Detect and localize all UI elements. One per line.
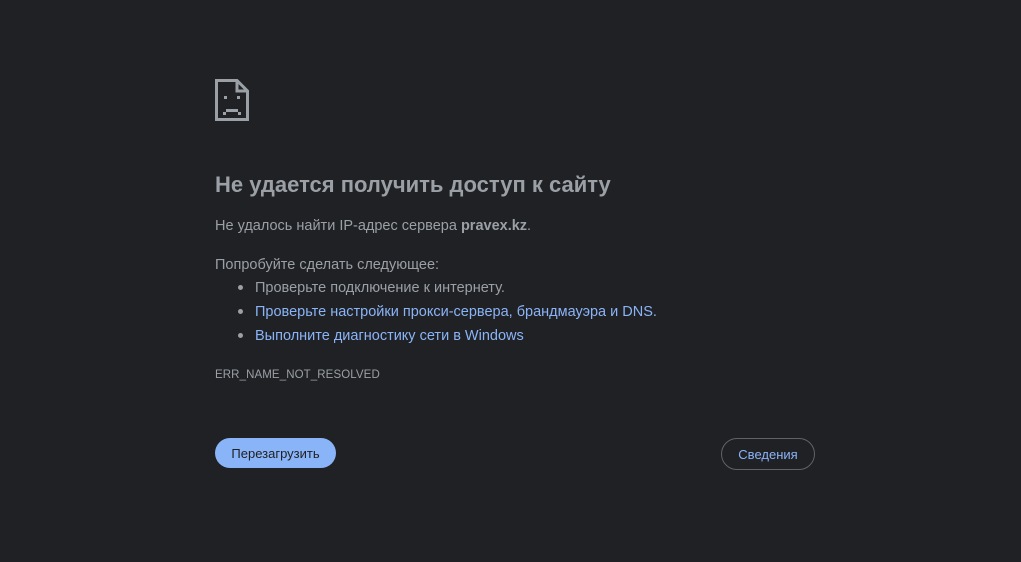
error-message: Не удалось найти IP-адрес сервера pravex… [215,218,531,234]
error-content: Не удается получить доступ к сайту Не уд… [215,79,815,381]
sad-page-icon [215,79,249,121]
check-proxy-link[interactable]: Проверьте настройки прокси-сервера, бран… [255,304,657,320]
error-host: pravex.kz [460,218,528,234]
suggestions-list: Проверьте подключение к интернету. Прове… [215,280,657,352]
suggestions-heading: Попробуйте сделать следующее: [215,257,440,273]
reload-button[interactable]: Перезагрузить [215,438,336,468]
page-title: Не удается получить доступ к сайту [215,172,611,197]
bullet-icon [238,333,243,338]
error-message-suffix: . [527,218,532,234]
run-diagnostics-link[interactable]: Выполните диагностику сети в Windows [255,328,524,344]
suggestion-check-connection: Проверьте подключение к интернету. [215,280,657,304]
error-page: Не удается получить доступ к сайту Не уд… [0,0,1021,562]
suggestion-check-proxy[interactable]: Проверьте настройки прокси-сервера, бран… [215,304,657,328]
suggestion-text: Проверьте подключение к интернету. [255,280,505,296]
error-message-prefix: Не удалось найти IP-адрес сервера [215,218,457,234]
details-button[interactable]: Сведения [721,438,815,470]
suggestion-run-diagnostics[interactable]: Выполните диагностику сети в Windows [215,328,657,352]
bullet-icon [238,285,243,290]
error-code: ERR_NAME_NOT_RESOLVED [215,369,380,381]
bullet-icon [238,309,243,314]
